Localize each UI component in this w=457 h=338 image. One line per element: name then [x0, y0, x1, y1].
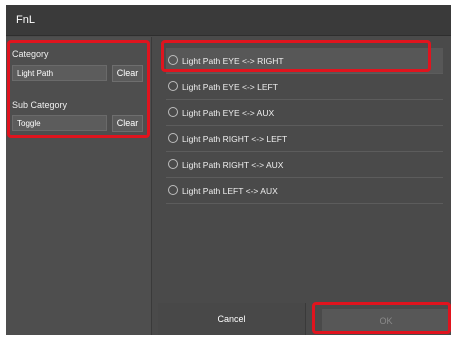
ok-button[interactable]: OK	[322, 309, 450, 333]
radio-icon[interactable]	[168, 133, 178, 143]
option-label: Light Path LEFT <-> AUX	[182, 186, 278, 196]
category-label: Category	[12, 49, 49, 59]
option-right-left[interactable]: Light Path RIGHT <-> LEFT	[166, 126, 443, 152]
option-label: Light Path EYE <-> RIGHT	[182, 56, 284, 66]
radio-icon[interactable]	[168, 185, 178, 195]
sub-category-clear-button[interactable]: Clear	[112, 115, 143, 132]
option-left-aux[interactable]: Light Path LEFT <-> AUX	[166, 178, 443, 204]
option-right-aux[interactable]: Light Path RIGHT <-> AUX	[166, 152, 443, 178]
radio-icon[interactable]	[168, 159, 178, 169]
radio-icon[interactable]	[168, 107, 178, 117]
option-eye-aux[interactable]: Light Path EYE <-> AUX	[166, 100, 443, 126]
options-panel: Light Path EYE <-> RIGHT Light Path EYE …	[158, 37, 451, 335]
option-eye-left[interactable]: Light Path EYE <-> LEFT	[166, 74, 443, 100]
option-label: Light Path EYE <-> LEFT	[182, 82, 278, 92]
fnl-dialog: FnL Category Light Path Clear Sub Catego…	[6, 5, 451, 335]
title-bar: FnL	[6, 5, 451, 36]
sub-category-label: Sub Category	[12, 100, 68, 110]
category-clear-button[interactable]: Clear	[112, 65, 143, 82]
filter-panel: Category Light Path Clear Sub Category T…	[6, 37, 152, 335]
option-label: Light Path RIGHT <-> AUX	[182, 160, 284, 170]
cancel-button[interactable]: Cancel	[158, 303, 306, 335]
radio-icon[interactable]	[168, 55, 178, 65]
button-bar: Cancel OK	[158, 303, 451, 335]
option-eye-right[interactable]: Light Path EYE <-> RIGHT	[166, 48, 443, 74]
option-label: Light Path RIGHT <-> LEFT	[182, 134, 288, 144]
sub-category-field[interactable]: Toggle	[12, 115, 107, 131]
radio-icon[interactable]	[168, 81, 178, 91]
category-field[interactable]: Light Path	[12, 65, 107, 81]
dialog-title: FnL	[16, 14, 35, 26]
option-label: Light Path EYE <-> AUX	[182, 108, 275, 118]
